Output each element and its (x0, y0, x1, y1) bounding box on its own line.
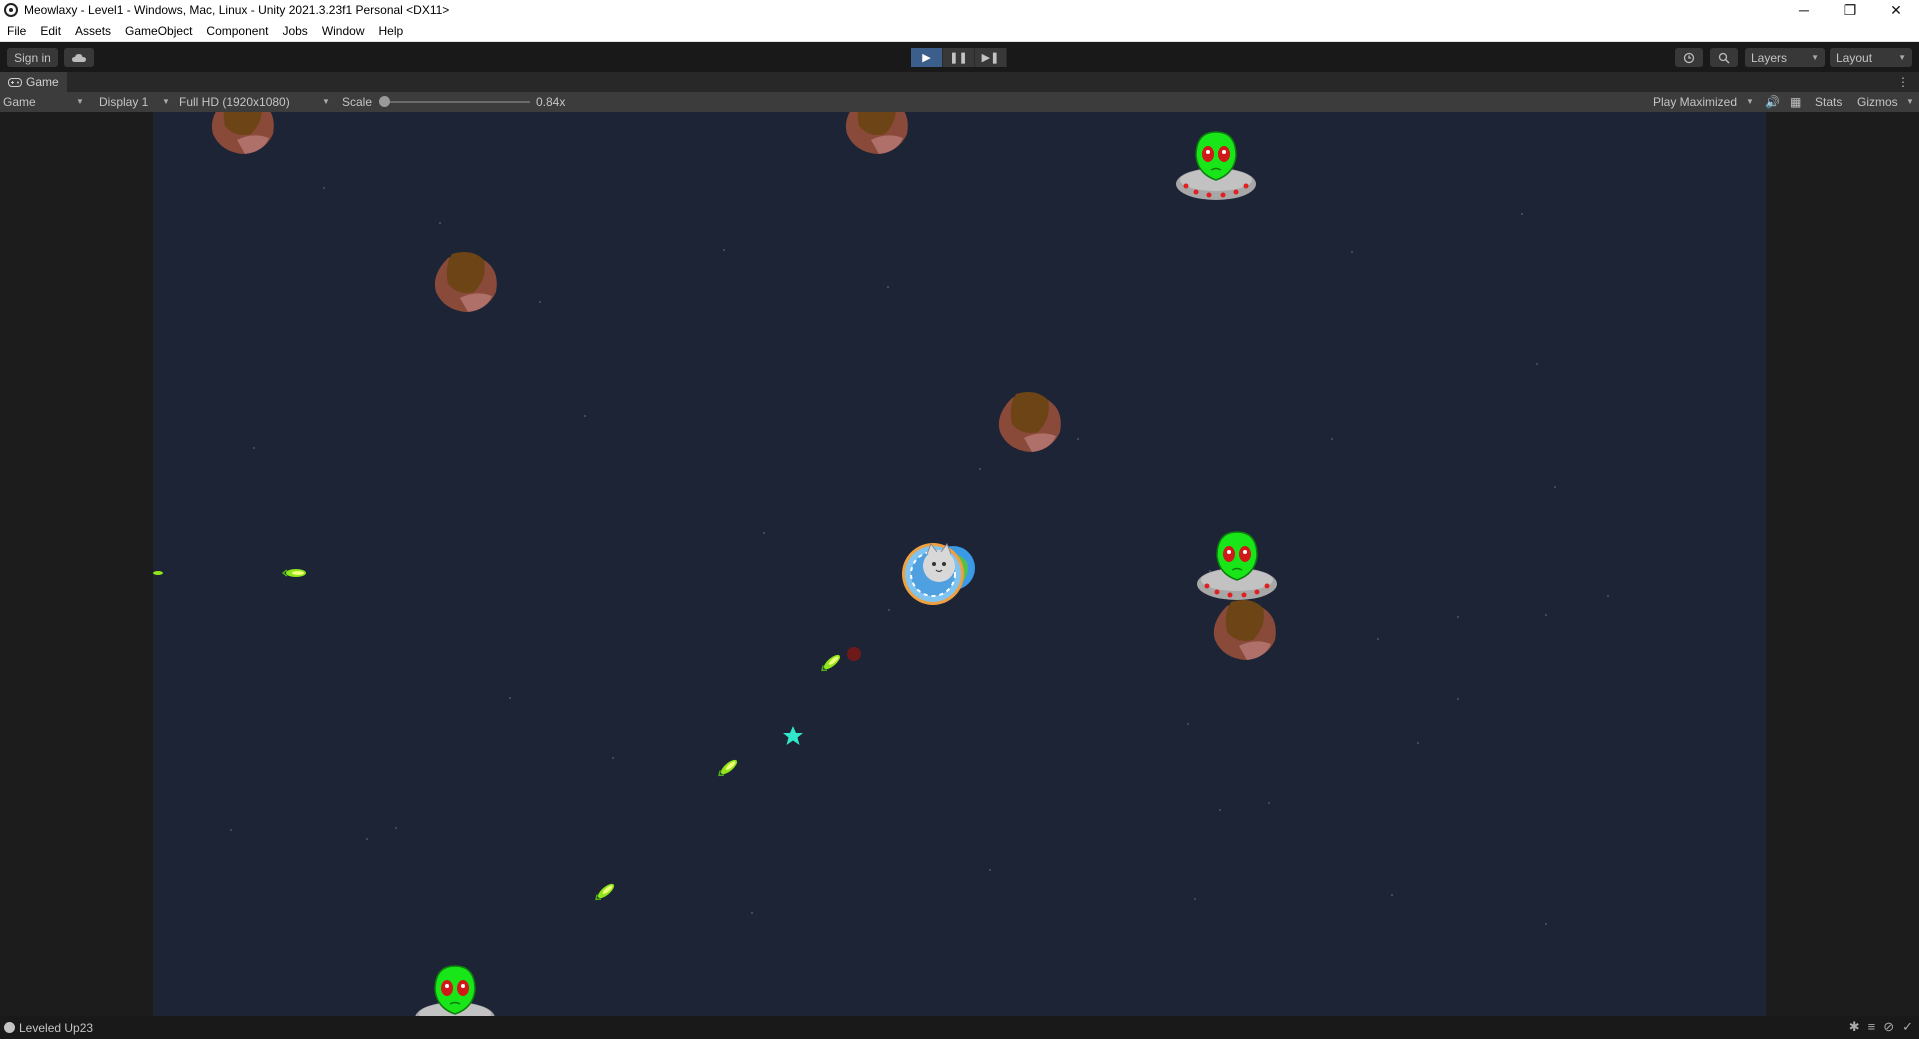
scale-value: 0.84x (536, 95, 566, 109)
asteroid (1213, 600, 1276, 660)
gamepad-icon (8, 77, 22, 87)
projectile (715, 756, 740, 780)
menu-file[interactable]: File (0, 24, 33, 38)
alien-ufo (414, 965, 496, 1016)
menu-window[interactable]: Window (315, 24, 372, 38)
window-controls: ─ ❐ ✕ (1781, 0, 1919, 20)
layers-dropdown[interactable]: Layers ▼ (1745, 48, 1825, 67)
info-icon (4, 1022, 15, 1033)
stack-icon[interactable]: ≡ (1868, 1019, 1876, 1035)
restore-icon[interactable]: ❐ (1827, 0, 1873, 20)
view-select[interactable]: Game (3, 95, 36, 109)
play-mode-label: Play Maximized (1653, 95, 1738, 109)
projectile (153, 571, 163, 575)
resolution-select[interactable]: Full HD (1920x1080) (179, 95, 290, 109)
game-tab-header: Game ⋮ (0, 72, 1919, 92)
status-message[interactable]: Leveled Up23 (19, 1021, 93, 1035)
step-button[interactable]: ▶❚ (975, 48, 1007, 67)
history-button[interactable] (1675, 48, 1703, 67)
status-bar: Leveled Up23 ✱ ≡ ⊘ ✓ (0, 1016, 1919, 1039)
tab-game[interactable]: Game (0, 72, 67, 92)
unity-logo-icon (4, 3, 18, 17)
cloud-button[interactable] (64, 48, 94, 67)
more-options-icon[interactable]: ⋮ (1897, 75, 1909, 89)
alien-ufo (1196, 531, 1278, 601)
network-icon[interactable]: ⊘ (1883, 1019, 1894, 1035)
title-bar: Meowlaxy - Level1 - Windows, Mac, Linux … (0, 0, 1919, 20)
game-scene (153, 112, 1609, 1016)
game-render-view[interactable] (153, 112, 1766, 1016)
main-toolbar: Sign in ▶ ❚❚ ▶❚ Layers ▼ Layout ▼ (0, 42, 1919, 72)
gizmos-button[interactable]: Gizmos (1857, 95, 1898, 109)
chevron-down-icon: ▼ (1898, 53, 1906, 62)
menu-edit[interactable]: Edit (33, 24, 68, 38)
projectile (592, 880, 617, 904)
menu-gameobject[interactable]: GameObject (118, 24, 199, 38)
asteroid (434, 252, 497, 312)
grid-icon[interactable]: ▦ (1790, 95, 1801, 109)
chevron-down-icon: ▼ (1811, 53, 1819, 62)
enemy-shot (847, 647, 861, 661)
window-title: Meowlaxy - Level1 - Windows, Mac, Linux … (24, 3, 450, 17)
menu-bar: File Edit Assets GameObject Component Jo… (0, 20, 1919, 42)
display-select[interactable]: Display 1 (99, 95, 148, 109)
asteroid (211, 112, 274, 154)
search-button[interactable] (1710, 48, 1738, 67)
chevron-down-icon: ▼ (1906, 97, 1914, 106)
layout-dropdown[interactable]: Layout ▼ (1830, 48, 1912, 67)
menu-component[interactable]: Component (199, 24, 275, 38)
speaker-icon[interactable]: 🔊 (1765, 95, 1780, 109)
asteroid (845, 112, 908, 154)
star-pickup (783, 726, 803, 745)
resolution-select-label: Full HD (1920x1080) (179, 95, 290, 109)
scale-slider-thumb[interactable] (379, 96, 390, 107)
pause-button[interactable]: ❚❚ (943, 48, 975, 67)
chevron-down-icon: ▼ (76, 97, 84, 106)
layers-label: Layers (1751, 50, 1788, 65)
scale-label: Scale (342, 95, 373, 109)
view-select-label: Game (3, 95, 36, 109)
tab-label: Game (26, 75, 59, 89)
display-select-label: Display 1 (99, 95, 149, 109)
chevron-down-icon: ▼ (162, 97, 170, 106)
bug-icon[interactable]: ✱ (1849, 1019, 1860, 1035)
game-view-toolbar: Game ▼ Display 1 ▼ Full HD (1920x1080) ▼… (0, 92, 1919, 112)
menu-help[interactable]: Help (372, 24, 411, 38)
projectile (282, 568, 307, 578)
menu-assets[interactable]: Assets (68, 24, 118, 38)
close-icon[interactable]: ✕ (1873, 0, 1919, 20)
play-controls: ▶ ❚❚ ▶❚ (911, 48, 1007, 67)
play-button[interactable]: ▶ (911, 48, 943, 67)
chevron-down-icon: ▼ (322, 97, 330, 106)
asteroid (998, 392, 1061, 452)
cloud-icon (72, 53, 86, 62)
search-icon (1718, 52, 1730, 64)
projectile (818, 651, 843, 675)
sign-in-button[interactable]: Sign in (7, 48, 58, 67)
layout-label: Layout (1836, 50, 1873, 65)
menu-jobs[interactable]: Jobs (275, 24, 314, 38)
play-mode-select[interactable]: Play Maximized (1653, 95, 1737, 109)
history-icon (1683, 52, 1695, 63)
check-icon[interactable]: ✓ (1902, 1019, 1913, 1035)
minimize-icon[interactable]: ─ (1781, 0, 1827, 20)
alien-ufo (1175, 131, 1257, 201)
stats-button[interactable]: Stats (1815, 95, 1842, 109)
chevron-down-icon: ▼ (1746, 97, 1754, 106)
scale-slider-track[interactable] (384, 101, 530, 103)
player-cat-ship (902, 542, 975, 605)
status-icons: ✱ ≡ ⊘ ✓ (1849, 1019, 1913, 1035)
